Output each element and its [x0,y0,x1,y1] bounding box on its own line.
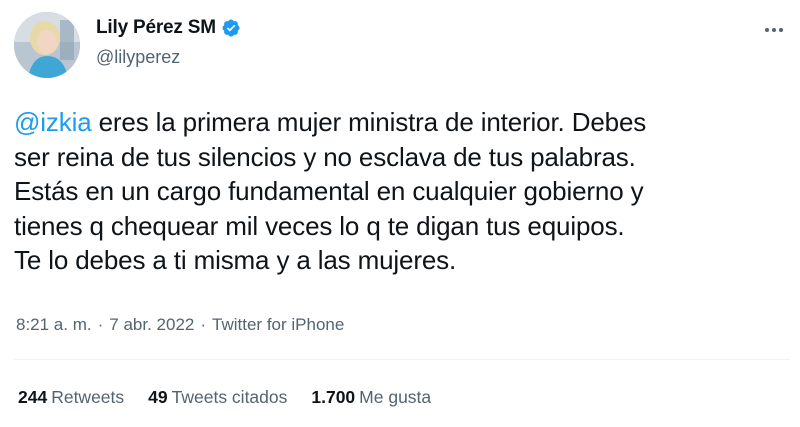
tweet-time[interactable]: 8:21 a. m. [16,315,92,335]
tweet-line: Te lo debes a ti misma y a las mujeres. [14,245,457,275]
divider [14,359,790,360]
retweets-count: 244 [18,387,48,407]
verified-badge-icon [222,19,240,37]
likes-label: Me gusta [359,387,432,407]
more-dot [779,28,783,32]
tweet-line: @izkia eres la primera mujer ministra de… [14,105,790,140]
tweet-meta: 8:21 a. m. · 7 abr. 2022 · Twitter for i… [16,315,344,335]
tweet-source[interactable]: Twitter for iPhone [212,315,344,335]
quotes-count: 49 [148,387,168,407]
tweet-card: Lily Pérez SM @lilyperez @izkia eres la … [0,0,800,427]
author-block: Lily Pérez SM @lilyperez [96,15,241,68]
mention-link[interactable]: @izkia [14,107,92,137]
tweet-text: @izkia eres la primera mujer ministra de… [14,105,790,278]
tweet-line: Estás en un cargo fundamental en cualqui… [14,176,644,206]
meta-separator: · [97,315,104,334]
tweet-line-text: eres la primera mujer ministra de interi… [91,107,647,137]
name-row: Lily Pérez SM [96,15,241,41]
engagement-stats: 244 Retweets 49 Tweets citados 1.700 Me … [18,387,455,408]
more-options-icon[interactable] [759,16,789,44]
avatar-image [14,12,80,78]
retweets-label: Retweets [51,387,125,407]
likes-stat[interactable]: 1.700 Me gusta [311,387,431,408]
display-name[interactable]: Lily Pérez SM [96,17,216,39]
tweet-date[interactable]: 7 abr. 2022 [109,315,194,335]
retweets-stat[interactable]: 244 Retweets [18,387,124,408]
likes-count: 1.700 [311,387,356,407]
quotes-label: Tweets citados [171,387,288,407]
handle[interactable]: @lilyperez [96,47,241,68]
more-dot [765,28,769,32]
tweet-line: tienes q chequear mil veces lo q te diga… [14,210,625,241]
tweet-line: ser reina de tus silencios y no esclava … [14,141,636,172]
more-dot [772,28,776,32]
avatar[interactable] [14,12,80,78]
quotes-stat[interactable]: 49 Tweets citados [148,387,287,408]
meta-separator: · [200,315,207,334]
